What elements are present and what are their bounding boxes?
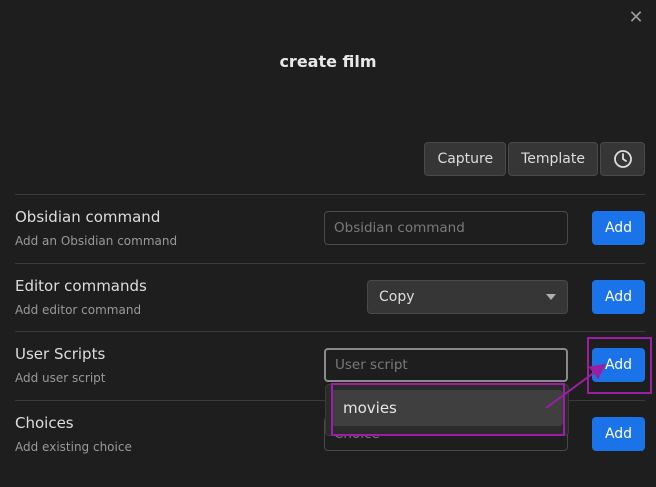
annotation-arrow <box>545 363 607 409</box>
